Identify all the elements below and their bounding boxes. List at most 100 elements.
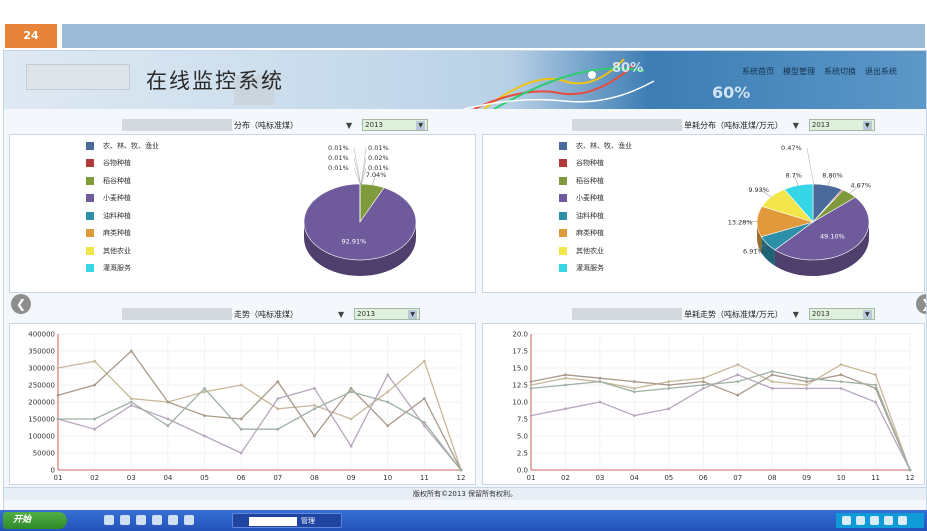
quicklaunch-icon[interactable] — [120, 515, 130, 525]
series-line — [530, 363, 911, 471]
x-tick-label: 09 — [802, 474, 811, 482]
legend-item: 灌溉服务 — [86, 260, 159, 278]
data-point — [598, 376, 602, 380]
data-point — [93, 383, 97, 387]
chevron-down-icon: ▼ — [408, 309, 418, 319]
data-point — [701, 383, 705, 387]
data-point — [770, 370, 774, 373]
legend-swatch — [86, 194, 94, 203]
data-point — [386, 400, 390, 404]
marker: ▼ — [792, 309, 799, 319]
legend-item: 灌溉服务 — [559, 260, 632, 278]
data-point — [908, 468, 912, 472]
slide-title-bar — [62, 24, 925, 48]
quicklaunch-icon[interactable] — [136, 515, 146, 525]
quicklaunch-icon[interactable] — [152, 515, 162, 525]
line-left-year-select[interactable]: 2013 ▼ — [354, 308, 421, 320]
x-tick-label: 01 — [527, 474, 536, 482]
nav-model-link[interactable]: 模型管理 — [783, 66, 815, 77]
legend-swatch — [559, 141, 567, 150]
label-leader — [806, 147, 815, 187]
label-leader — [353, 147, 362, 187]
slide-number: 24 — [5, 24, 57, 48]
data-point — [598, 400, 602, 404]
prev-arrow-button[interactable]: ❮ — [11, 294, 31, 314]
pie-slice-label: 7.04% — [366, 171, 387, 179]
y-tick-label: 5.0 — [517, 433, 528, 441]
data-point — [129, 349, 133, 353]
quicklaunch-icon[interactable] — [168, 515, 178, 525]
nav-logout-link[interactable]: 退出系统 — [865, 66, 897, 77]
line-right-year-select[interactable]: 2013 ▼ — [808, 308, 875, 320]
data-point — [349, 417, 353, 421]
title-placeholder — [122, 308, 232, 320]
legend-label: 稻谷种植 — [103, 176, 131, 185]
data-point — [667, 380, 671, 383]
pie-slice-label: 0.01% — [328, 144, 349, 152]
data-point — [422, 397, 426, 400]
data-point — [129, 404, 133, 407]
pie-slice-label: 9.93% — [748, 186, 769, 194]
line-right-panel: 0.0 2.5 5.0 7.5 10.0 12.5 15.0 17.5 20.0 01 02 03 04… — [482, 323, 925, 485]
data-point — [598, 380, 602, 383]
data-point — [805, 387, 809, 390]
legend-label: 农、林、牧、渔业 — [576, 141, 632, 150]
series-line — [57, 373, 462, 471]
pie-slice-label: 0.47% — [781, 144, 802, 152]
pie-slice-label: 0.01% — [368, 164, 389, 172]
taskbar-window-button[interactable]: 管理 — [232, 513, 342, 528]
line-chart-left: 0500001000001500002000002500003000003500… — [28, 331, 465, 483]
data-point — [313, 434, 316, 438]
data-point — [770, 380, 774, 383]
pie-right-year-select[interactable]: 2013 ▼ — [808, 119, 875, 131]
legend-label: 其他农业 — [103, 246, 131, 255]
tray-icon[interactable] — [842, 516, 851, 525]
banner-deco-text: 60% — [712, 83, 751, 102]
next-arrow-button[interactable]: ❯ — [916, 294, 926, 314]
data-point — [422, 424, 426, 428]
legend-label: 稻谷种植 — [576, 176, 604, 185]
pie-left-title: 分布（吨标准煤） — [234, 120, 298, 130]
x-tick-label: 07 — [733, 474, 742, 482]
y-tick-label: 7.5 — [517, 416, 528, 424]
tray-icon[interactable] — [898, 516, 907, 525]
pie-left-year-select[interactable]: 2013 ▼ — [362, 119, 429, 131]
pie-slice-label: 8.80% — [822, 171, 843, 179]
quicklaunch-icon[interactable] — [184, 515, 194, 525]
start-button[interactable]: 开始 — [3, 512, 67, 529]
tray-icon[interactable] — [884, 516, 893, 525]
legend-item: 其他农业 — [559, 242, 632, 260]
chevron-down-icon: ▼ — [862, 120, 872, 130]
x-tick-label: 09 — [347, 474, 356, 482]
data-point — [349, 390, 353, 394]
data-point — [529, 380, 533, 383]
data-point — [564, 376, 567, 380]
pie-right-panel: 农、林、牧、渔业 谷物种植 稻谷种植 小麦种植 油料种植 麻类种植 其他农业 灌… — [482, 134, 925, 293]
legend-swatch — [86, 246, 94, 255]
data-point — [276, 407, 280, 411]
x-tick-label: 01 — [54, 474, 63, 482]
quicklaunch-icon[interactable] — [104, 515, 114, 525]
x-tick-label: 02 — [561, 474, 570, 482]
data-point — [874, 383, 877, 387]
data-point — [770, 373, 774, 377]
line-left-header: 走势（吨标准煤） ▼ 2013 ▼ — [122, 307, 421, 321]
legend-item: 农、林、牧、渔业 — [559, 137, 632, 155]
data-point — [166, 417, 170, 421]
data-point — [203, 434, 206, 438]
data-point — [56, 366, 60, 370]
legend-label: 灌溉服务 — [103, 264, 131, 273]
x-tick-label: 04 — [163, 474, 172, 482]
tray-icon[interactable] — [870, 516, 879, 525]
tray-icon[interactable] — [856, 516, 865, 525]
data-point — [349, 444, 353, 448]
legend-item: 农、林、牧、渔业 — [86, 137, 159, 155]
y-tick-label: 150000 — [28, 416, 55, 424]
legend-label: 小麦种植 — [576, 194, 604, 203]
data-point — [736, 393, 740, 397]
data-point — [564, 373, 567, 377]
x-tick-label: 05 — [200, 474, 209, 482]
data-point — [564, 407, 567, 411]
nav-home-link[interactable]: 系统首页 — [742, 66, 774, 77]
nav-switch-link[interactable]: 系统切换 — [824, 66, 856, 77]
